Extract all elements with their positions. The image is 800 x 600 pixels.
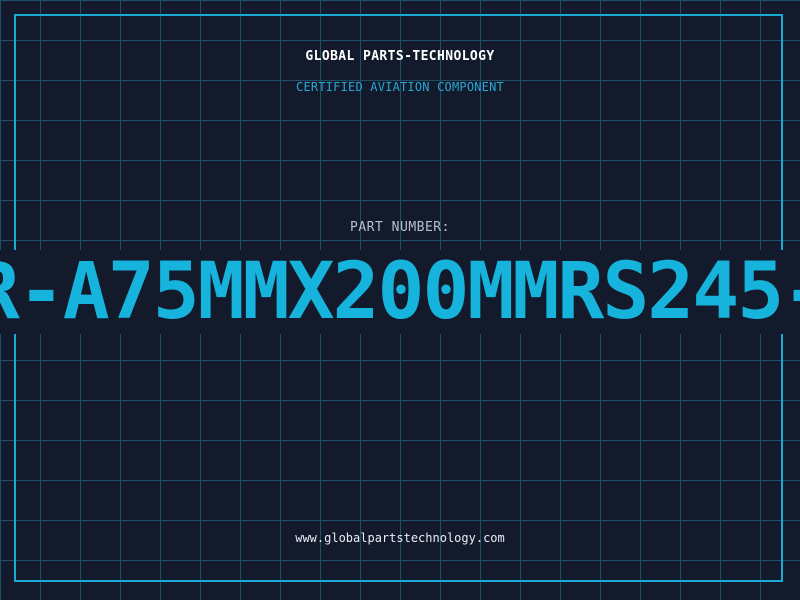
company-name: GLOBAL PARTS-TECHNOLOGY: [305, 49, 495, 64]
website-url: www.globalpartstechnology.com: [295, 531, 505, 545]
certification-subtitle: CERTIFIED AVIATION COMPONENT: [296, 80, 504, 94]
part-number-band: R-A75MMX200MMRS245-: [0, 250, 800, 334]
label-canvas: GLOBAL PARTS-TECHNOLOGY CERTIFIED AVIATI…: [0, 0, 800, 600]
part-number-value: R-A75MMX200MMRS245-: [0, 250, 800, 334]
part-number-label: PART NUMBER:: [350, 220, 450, 235]
